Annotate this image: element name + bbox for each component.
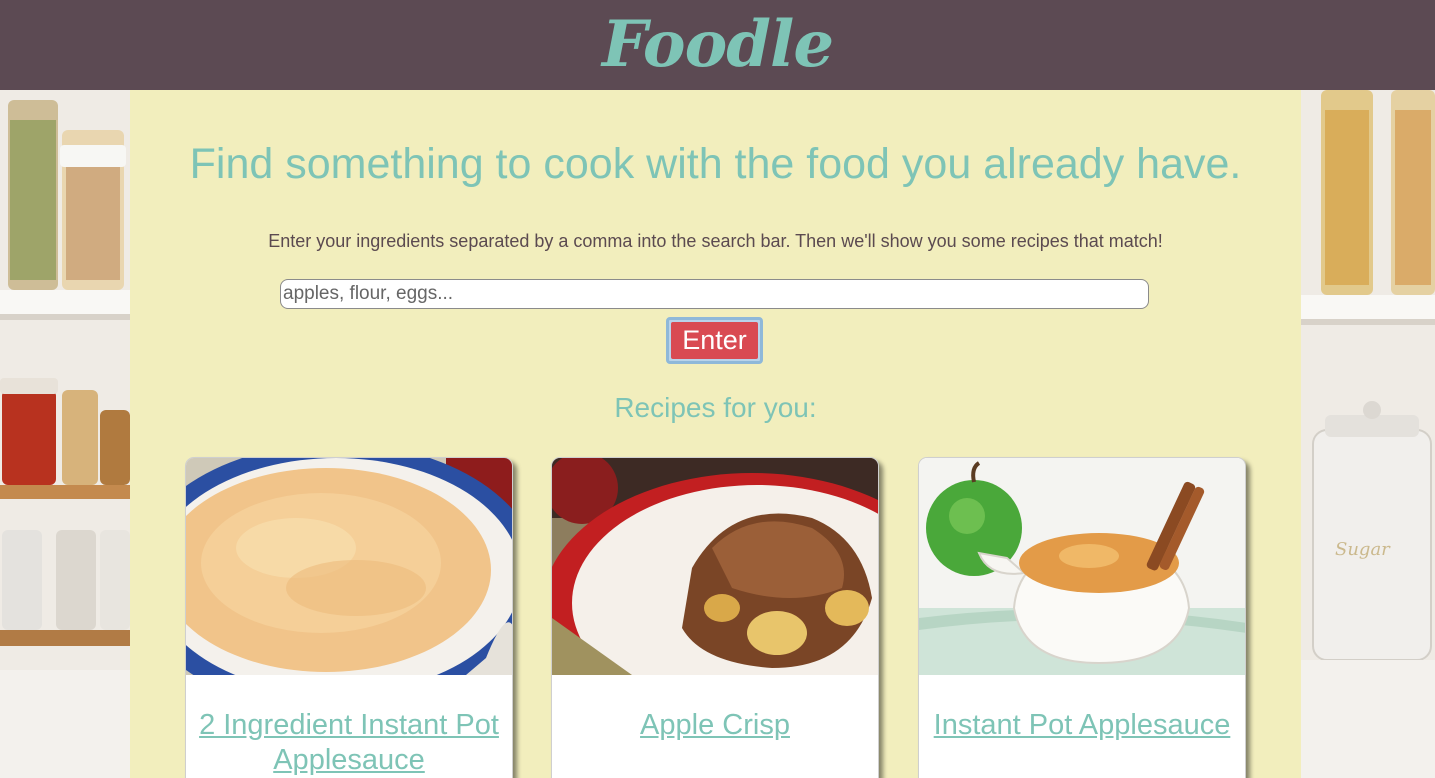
instructions-text: Enter your ingredients separated by a co… [268, 231, 1163, 251]
enter-button-focus-ring: Enter [666, 317, 763, 364]
recipe-title[interactable]: 2 Ingredient Instant Pot Applesauce [186, 708, 512, 778]
applesauce-bowl-image [186, 458, 512, 675]
ingredients-search-input[interactable] [280, 279, 1149, 309]
main-panel: Find something to cook with the food you… [130, 90, 1301, 778]
recipe-card[interactable]: 2 Ingredient Instant Pot Applesauce [185, 457, 513, 778]
recipe-image-instant-pot-applesauce[interactable] [919, 458, 1245, 675]
recipe-image-applesauce-blue-bowl[interactable] [186, 458, 512, 675]
recipe-link[interactable]: 2 Ingredient Instant Pot Applesauce [199, 709, 499, 776]
recipe-title[interactable]: Apple Crisp [552, 708, 878, 743]
site-logo[interactable]: Foodle [602, 13, 834, 77]
pantry-illustration-right: Sugar [1301, 90, 1435, 778]
recipe-link[interactable]: Instant Pot Applesauce [934, 709, 1231, 741]
pantry-background-right: Sugar [1301, 90, 1435, 778]
applesauce-cinnamon-image [919, 458, 1245, 675]
svg-text:Sugar: Sugar [1335, 539, 1391, 560]
pantry-illustration-left [0, 90, 130, 778]
page-title: Find something to cook with the food you… [189, 140, 1242, 188]
pantry-background-left [0, 90, 130, 778]
recipe-card[interactable]: Apple Crisp [551, 457, 879, 778]
recipe-card[interactable]: Instant Pot Applesauce [918, 457, 1246, 778]
recipe-title[interactable]: Instant Pot Applesauce [919, 708, 1245, 743]
top-bar: Foodle [0, 0, 1435, 90]
enter-button[interactable]: Enter [671, 322, 758, 359]
recipe-image-apple-crisp[interactable] [552, 458, 878, 675]
recipe-link[interactable]: Apple Crisp [640, 709, 790, 741]
apple-crisp-image [552, 458, 878, 675]
recipes-heading: Recipes for you: [614, 392, 817, 423]
